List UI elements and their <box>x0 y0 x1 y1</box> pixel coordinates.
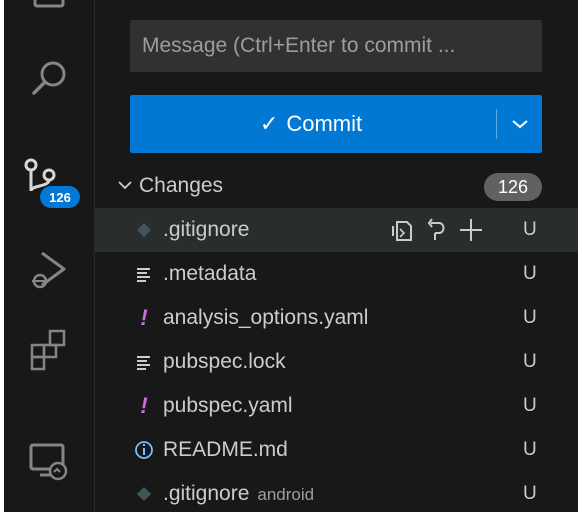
list-item[interactable]: ! analysis_options.yaml U <box>95 296 578 340</box>
status-badge: U <box>523 307 537 328</box>
discard-changes-icon[interactable] <box>423 216 451 244</box>
file-directory: android <box>257 485 315 504</box>
list-item[interactable]: README.md U <box>95 428 578 472</box>
file-name-text: .gitignore <box>163 482 250 505</box>
stage-changes-icon[interactable] <box>457 216 485 244</box>
text-lines-icon <box>133 351 155 373</box>
changes-count-badge: 126 <box>484 173 542 201</box>
text-lines-icon <box>133 263 155 285</box>
open-file-icon[interactable] <box>389 216 417 244</box>
commit-button-group: ✓ Commit <box>130 95 542 153</box>
changes-list: .gitignore U .metadata U ! analysis_opti… <box>95 208 578 512</box>
git-file-icon <box>133 483 155 505</box>
list-item[interactable]: pubspec.lock U <box>95 340 578 384</box>
list-item[interactable]: .gitignore U <box>95 208 578 252</box>
extensions-icon[interactable] <box>4 312 94 388</box>
file-name: .gitignore <box>163 218 250 241</box>
file-name: .metadata <box>163 262 257 285</box>
source-control-panel: Message (Ctrl+Enter to commit ... ✓ Comm… <box>95 0 578 512</box>
file-name: pubspec.lock <box>163 350 286 373</box>
remote-explorer-icon[interactable] <box>4 424 94 500</box>
commit-message-input[interactable]: Message (Ctrl+Enter to commit ... <box>130 20 542 72</box>
scm-badge: 126 <box>40 186 80 208</box>
git-file-icon <box>133 219 155 241</box>
status-badge: U <box>523 395 537 416</box>
explorer-icon[interactable] <box>4 0 94 32</box>
status-badge: U <box>523 219 537 240</box>
commit-button-label: Commit <box>286 111 363 136</box>
file-name: .gitignore android <box>163 482 314 506</box>
chevron-down-icon <box>118 181 132 190</box>
yaml-exclamation-icon: ! <box>140 393 148 418</box>
list-item[interactable]: .gitignore android U <box>95 472 578 512</box>
vscode-window: 126 Message (Ctrl+Enter to commit ... ✓ … <box>4 0 578 512</box>
list-item[interactable]: .metadata U <box>95 252 578 296</box>
yaml-exclamation-icon: ! <box>140 305 148 330</box>
status-badge: U <box>523 439 537 460</box>
row-actions <box>389 216 485 244</box>
file-name: pubspec.yaml <box>163 394 293 417</box>
changes-label: Changes <box>139 174 224 197</box>
search-icon[interactable] <box>4 40 94 116</box>
commit-button[interactable]: ✓ Commit <box>130 95 492 153</box>
chevron-down-icon <box>511 120 528 129</box>
status-badge: U <box>523 351 537 372</box>
status-badge: U <box>523 263 537 284</box>
activity-bar: 126 <box>4 0 95 512</box>
list-item[interactable]: ! pubspec.yaml U <box>95 384 578 428</box>
file-name: README.md <box>163 438 288 461</box>
check-icon: ✓ <box>259 111 279 136</box>
commit-dropdown-button[interactable] <box>497 95 542 153</box>
changes-section-header[interactable]: Changes 126 <box>95 166 578 208</box>
info-icon <box>133 439 155 461</box>
run-debug-icon[interactable] <box>4 232 94 308</box>
status-badge: U <box>523 483 537 504</box>
file-name: analysis_options.yaml <box>163 306 369 329</box>
